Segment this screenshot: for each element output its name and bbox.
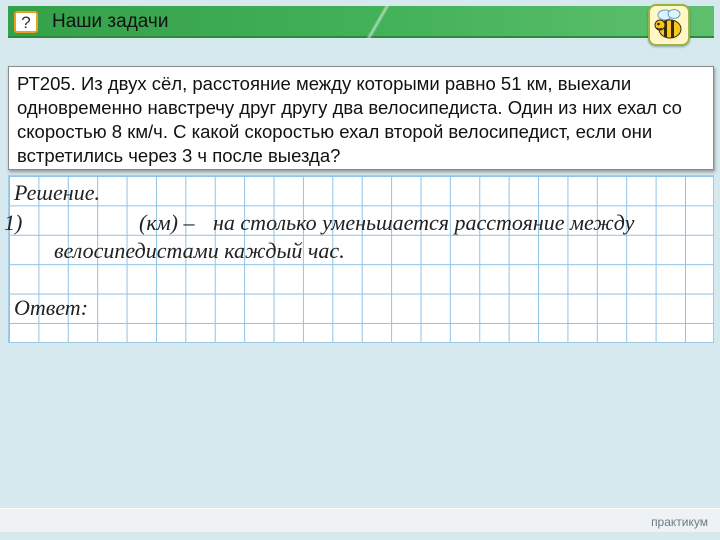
task-text: РТ205. Из двух сёл, расстояние между кот… [8, 66, 714, 170]
step-text-line2: велосипедистами каждый час. [54, 238, 345, 263]
solution-heading: Решение. [14, 180, 100, 205]
step-number: 1) [4, 210, 23, 235]
step-unit: (км) – [139, 210, 195, 235]
step-text-line1: на столько уменьшается расстояние между [213, 210, 635, 235]
footer-bar: практикум [0, 508, 720, 532]
bee-icon-graphic [654, 9, 682, 39]
page-title: Наши задачи [52, 11, 169, 32]
question-mark-icon[interactable]: ? [14, 11, 38, 33]
footer-label: практикум [651, 515, 708, 529]
header-bar: ? Наши задачи [8, 6, 714, 38]
answer-label: Ответ: [14, 295, 89, 320]
header-decoration [358, 6, 398, 38]
bee-icon[interactable] [648, 4, 690, 46]
